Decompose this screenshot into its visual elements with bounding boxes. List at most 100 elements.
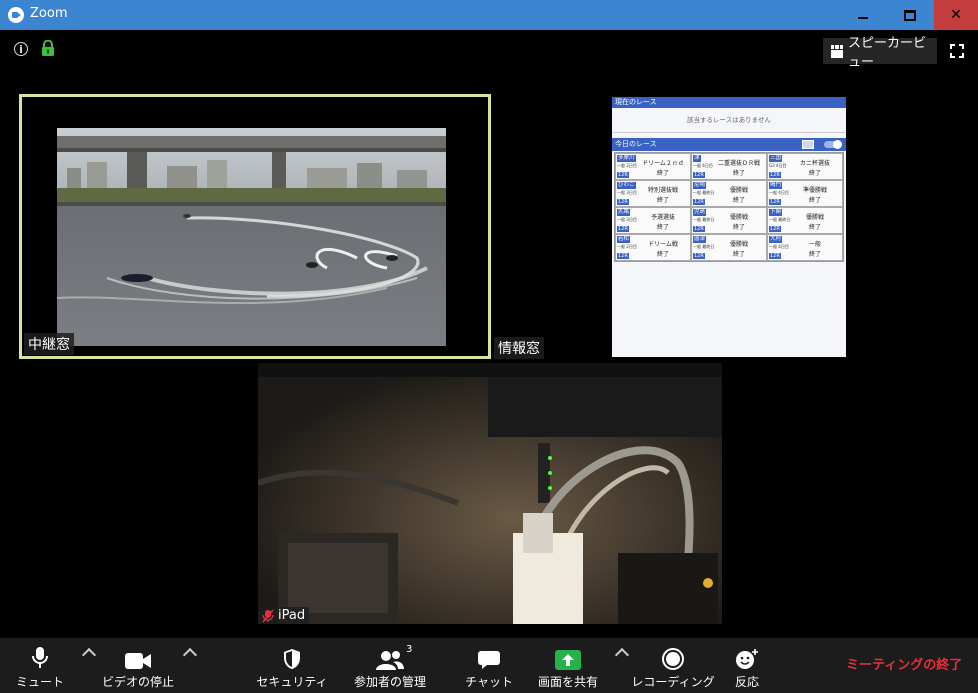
race-cell[interactable]: 丸亀 一般 3日目 12R 予選選抜 終了 [615,207,691,234]
zoom-logo-icon [8,7,24,23]
race-status: 終了 [808,251,821,258]
race-venue: 多摩川 [617,155,636,162]
today-race-title: 今日のレース [615,140,657,148]
race-venue: 若松 [617,236,631,243]
race-cell[interactable]: 尼崎 一般 最終日 12R 優勝戦 終了 [691,180,767,207]
close-button[interactable]: ✕ [934,0,978,30]
race-number: 12R [693,172,705,178]
security-button[interactable]: セキュリティ [256,638,328,693]
video-tile-ipad[interactable]: iPad [258,363,722,624]
race-status: 終了 [656,224,669,231]
race-status: 終了 [732,224,745,231]
share-screen-label: 画面を共有 [537,675,598,689]
shield-lock-icon[interactable] [41,40,55,56]
race-status: 終了 [732,197,745,204]
race-cell[interactable]: 唐津 一般 最終日 12R 優勝戦 終了 [691,234,767,261]
reaction-smiley-icon [736,649,758,669]
speaker-view-grid-icon [831,45,843,58]
race-number: 12R [693,199,705,205]
race-name: ドリーム戦 [648,241,678,248]
recording-label: レコーディング [631,675,715,689]
participants-button[interactable]: 参加者の管理 [347,638,433,693]
tile-name-relay: 中継窓 [24,333,74,355]
stop-video-button[interactable]: ビデオの停止 [100,638,176,693]
info-icon[interactable]: i [14,42,28,56]
speaker-view-button[interactable]: スピーカービュー [823,36,937,70]
maximize-button[interactable] [887,0,933,30]
race-status: 終了 [808,197,821,204]
video-tile-relay[interactable]: 中継窓 [19,94,491,359]
race-venue: 津 [693,155,701,162]
race-number: 12R [769,226,781,232]
race-cell[interactable]: 三国 G3 4日目 12R カニ杯選抜 終了 [767,153,843,180]
mute-button[interactable]: ミュート [14,638,66,693]
window-title: Zoom [30,6,68,21]
race-status: 終了 [656,197,669,204]
race-number: 12R [693,253,705,259]
video-options-caret-icon[interactable] [182,647,198,663]
race-cell[interactable]: 若松 一般 2日目 12R ドリーム戦 終了 [615,234,691,261]
chat-button[interactable]: チャット [465,638,513,693]
race-cell[interactable]: 下関 一般 最終日 12R 優勝戦 終了 [767,207,843,234]
race-name: 二重選抜ＤＲ戦 [717,160,760,167]
race-cell[interactable]: 津一般 4日目 12R 二重選抜ＤＲ戦 終了 [691,153,767,180]
ipad-name-label: iPad [278,608,306,623]
minimize-button[interactable] [840,0,886,30]
race-venue: 鳴門 [769,182,783,189]
race-name: 特別選抜戦 [647,187,678,194]
participants-icon [376,651,404,670]
race-number: 12R [693,226,705,232]
race-grade: 一般 3日目 [617,217,637,222]
title-bar: Zoom ✕ [0,0,978,30]
race-name: 予選選抜 [650,214,675,221]
reactions-button[interactable]: 反応 [730,638,764,693]
race-name: 優勝戦 [729,187,748,194]
reactions-label: 反応 [734,675,759,689]
muted-mic-icon [262,609,274,622]
ipad-video-feed [258,363,722,624]
race-cell[interactable]: びわこ 一般 3日目 12R 特別選抜戦 終了 [615,180,691,207]
chat-bubble-icon [478,651,500,669]
race-video-feed [57,128,446,346]
race-venue: びわこ [617,182,636,189]
security-label: セキュリティ [256,675,328,689]
race-grade: 一般 最終日 [693,217,715,222]
tile-name-info: 情報窓 [494,337,544,359]
recording-button[interactable]: レコーディング [631,638,715,693]
share-options-caret-icon[interactable] [614,647,630,663]
race-cell[interactable]: 大村 一般 4日目 12R 一般 終了 [767,234,843,261]
race-cell[interactable]: 多摩川 一般 2日目 12R ドリーム２ｎｄ 終了 [615,153,691,180]
tile-name-ipad: iPad [258,607,310,624]
calendar-icon [802,140,814,149]
race-grade: 一般 4日目 [693,163,713,168]
race-cell[interactable]: 児島 一般 最終日 12R 優勝戦 終了 [691,207,767,234]
race-name: 優勝戦 [805,214,824,221]
share-screen-icon [555,650,581,670]
race-cell[interactable]: 鳴門 一般 4日目 12R 準優勝戦 終了 [767,180,843,207]
video-camera-icon [125,653,151,669]
audio-options-caret-icon[interactable] [81,647,97,663]
current-race-message: 該当するレースはありません [612,108,846,133]
participants-count: 3 [406,644,413,655]
share-screen-button[interactable]: 画面を共有 [533,638,603,693]
race-number: 12R [617,172,629,178]
race-name: 準優勝戦 [802,187,827,194]
video-tile-info[interactable]: 現在のレース 該当するレースはありません 今日のレース 多摩川 一般 2日目 12R… [612,97,846,357]
end-meeting-button[interactable]: ミーティングの終了 [846,654,962,673]
race-grade: 一般 4日目 [769,244,789,249]
race-grade: 一般 最終日 [693,244,715,249]
race-grade: 一般 4日目 [769,190,789,195]
race-grid: 多摩川 一般 2日目 12R ドリーム２ｎｄ 終了 津一般 4日目 12R 二重選抜ＤＲ戦 終了… [614,152,844,262]
race-number: 12R [617,199,629,205]
chat-label: チャット [465,675,513,689]
fullscreen-icon[interactable] [950,44,964,58]
race-name: 優勝戦 [729,214,748,221]
race-grade: 一般 2日目 [617,163,637,168]
speaker-view-label: スピーカービュー [847,36,926,70]
meeting-toolbar: ミュート ビデオの停止 セキュリティ 参加者の管理 3 チャット 画面を共有 レ… [0,638,978,693]
race-venue: 唐津 [693,236,707,243]
stop-video-label: ビデオの停止 [101,675,174,689]
view-toggle [824,140,842,149]
record-icon [662,648,684,670]
race-status: 終了 [656,170,669,177]
